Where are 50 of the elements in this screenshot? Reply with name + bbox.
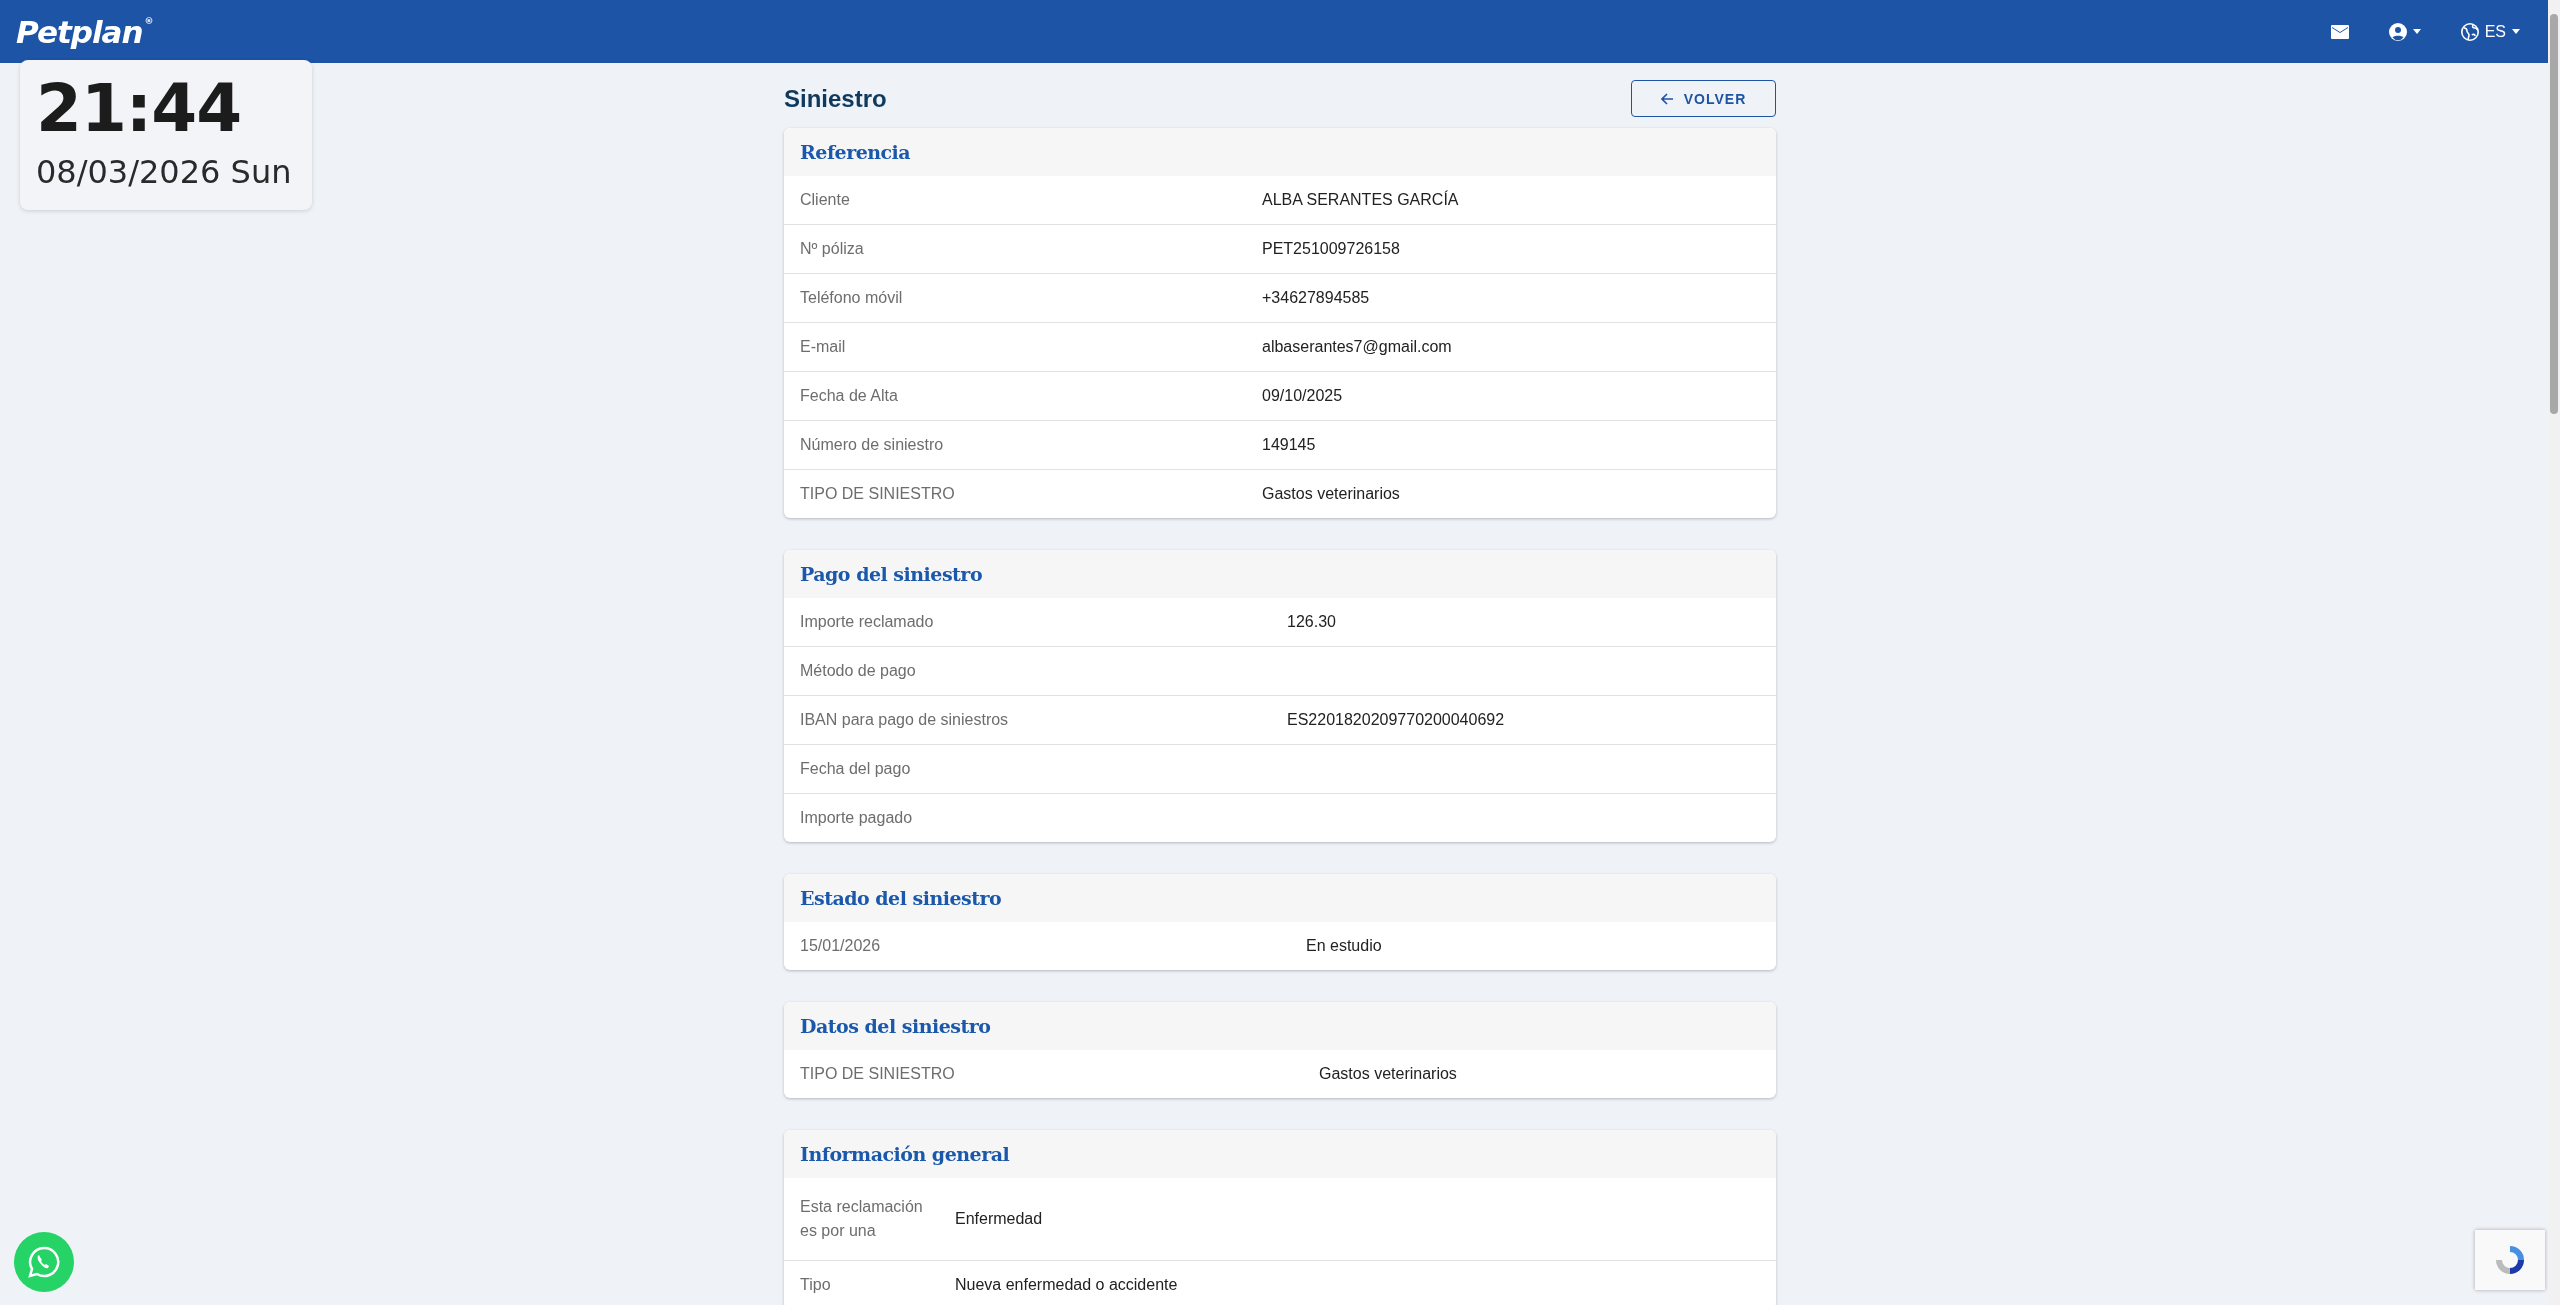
field-label: Nº póliza <box>800 239 864 259</box>
arrow-left-icon <box>1660 92 1674 105</box>
globe-icon <box>2460 22 2479 41</box>
field-value: Gastos veterinarios <box>1319 1065 1457 1083</box>
clock-time: 21:44 <box>36 69 243 149</box>
field-value: 126.30 <box>1287 613 1336 631</box>
mail-icon[interactable] <box>2330 24 2349 39</box>
field-label: Método de pago <box>800 661 916 681</box>
field-value: Nueva enfermedad o accidente <box>955 1276 1178 1294</box>
field-value: Gastos veterinarios <box>1262 485 1400 503</box>
section-title: Estado del siniestro <box>800 887 1002 909</box>
clock-date: 08/03/2026 Sun <box>36 152 293 193</box>
field-value: Enfermedad <box>955 1210 1043 1228</box>
field-value: En estudio <box>1306 937 1382 955</box>
field-label: Importe pagado <box>800 808 913 828</box>
whatsapp-icon <box>27 1245 61 1279</box>
field-label: TIPO DE SINIESTRO <box>800 1064 955 1084</box>
field-label: Teléfono móvil <box>800 288 903 308</box>
field-label: Cliente <box>800 190 850 210</box>
field-value: ALBA SERANTES GARCÍA <box>1262 191 1459 209</box>
field-value: ES2201820209770200040692 <box>1287 711 1505 729</box>
field-label: Fecha de Alta <box>800 386 898 406</box>
field-label: 15/01/2026 <box>800 936 881 956</box>
field-label: IBAN para pago de siniestros <box>800 710 1009 730</box>
field-label: Fecha del pago <box>800 759 911 779</box>
field-value: albaserantes7@gmail.com <box>1262 338 1452 356</box>
recaptcha-icon <box>2493 1243 2527 1277</box>
language-menu[interactable]: ES <box>2460 22 2520 41</box>
section-title: Pago del siniestro <box>800 563 983 585</box>
section-title: Datos del siniestro <box>800 1015 991 1037</box>
field-label: Importe reclamado <box>800 612 934 632</box>
field-label: E-mail <box>800 337 846 357</box>
petplan-logo[interactable]: Petplan$^{®}$ <box>16 13 153 50</box>
caret-icon <box>2512 29 2520 34</box>
field-value: 149145 <box>1262 436 1316 454</box>
field-label: Número de siniestro <box>800 435 944 455</box>
field-value: 09/10/2025 <box>1262 387 1343 405</box>
caret-icon <box>2412 29 2421 34</box>
field-value: +34627894585 <box>1262 289 1370 307</box>
section-title: Referencia <box>800 141 911 163</box>
user-icon <box>2388 22 2407 41</box>
field-label: Esta reclamación es por una <box>800 1197 923 1241</box>
account-menu[interactable] <box>2388 22 2421 41</box>
field-label: TIPO DE SINIESTRO <box>800 484 955 504</box>
back-button[interactable]: VOLVER <box>1631 80 1776 117</box>
field-label: Tipo <box>800 1275 831 1295</box>
section-title: Información general <box>800 1143 1010 1165</box>
page-title: Siniestro <box>784 84 887 113</box>
scrollbar[interactable] <box>2548 0 2560 1305</box>
field-value: PET251009726158 <box>1262 240 1400 258</box>
